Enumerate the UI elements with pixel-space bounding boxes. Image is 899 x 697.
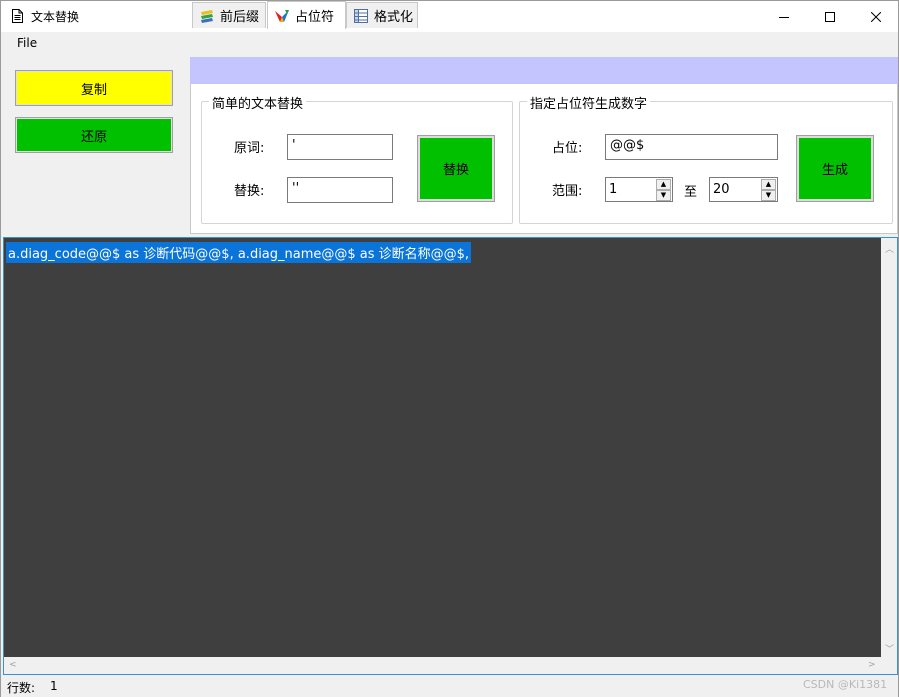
- vertical-scrollbar[interactable]: ︿ ﹀: [881, 238, 897, 657]
- replace-button[interactable]: 替换: [417, 135, 495, 202]
- group-title: 指定占位符生成数字: [527, 93, 651, 112]
- restore-button[interactable]: 还原: [15, 117, 173, 153]
- title-bar: 文本替换: [1, 1, 898, 32]
- watermark-text: CSDN @Ki1381: [803, 678, 888, 691]
- tab-placeholder[interactable]: 占位符: [267, 1, 346, 29]
- copy-button[interactable]: 复制: [15, 70, 173, 106]
- range-to-stepper[interactable]: 20 ▲ ▼: [709, 177, 778, 202]
- scroll-down-icon[interactable]: ﹀: [885, 642, 894, 655]
- group-title: 简单的文本替换: [209, 93, 307, 112]
- range-to-value: 20: [713, 182, 730, 197]
- close-button[interactable]: [853, 1, 899, 32]
- main-window: 文本替换 File 复制 还原 前后缀 占位符 格式化 简单的文本替换 原词: …: [0, 0, 899, 697]
- tab-prefix-suffix[interactable]: 前后缀: [192, 2, 266, 28]
- scroll-up-icon[interactable]: ︿: [885, 242, 894, 255]
- editor-selected-text[interactable]: a.diag_code@@$ as 诊断代码@@$, a.diag_name@@…: [6, 242, 472, 263]
- menu-file[interactable]: File: [9, 35, 45, 51]
- minimize-button[interactable]: [761, 1, 807, 32]
- minimize-icon: [779, 16, 789, 18]
- range-from-value: 1: [609, 182, 618, 197]
- text-editor[interactable]: a.diag_code@@$ as 诊断代码@@$, a.diag_name@@…: [3, 237, 898, 675]
- stack-icon: [201, 9, 213, 23]
- spin-down-button[interactable]: ▼: [761, 190, 776, 201]
- window-title: 文本替换: [31, 10, 80, 24]
- placeholder-label: 占位:: [552, 141, 583, 156]
- spin-up-button[interactable]: ▲: [656, 179, 671, 190]
- line-count-value: 1: [50, 679, 58, 693]
- colorful-v-icon: [275, 9, 289, 22]
- spin-up-button[interactable]: ▲: [761, 179, 776, 190]
- range-from-stepper[interactable]: 1 ▲ ▼: [605, 177, 673, 202]
- range-to-label: 至: [684, 185, 698, 200]
- menu-bar: File: [1, 32, 898, 56]
- scrollbar-corner: [881, 657, 897, 674]
- line-count-label: 行数:: [7, 681, 36, 695]
- original-input[interactable]: ': [287, 134, 393, 160]
- tab-label: 占位符: [295, 10, 335, 25]
- horizontal-scrollbar[interactable]: < >: [4, 657, 881, 674]
- placeholder-generate-group: 指定占位符生成数字 占位: @@$ 范围: 1 ▲ ▼ 至 20 ▲ ▼ 生成: [519, 93, 893, 224]
- spin-down-button[interactable]: ▼: [656, 190, 671, 201]
- generate-button[interactable]: 生成: [796, 135, 874, 202]
- replace-label: 替换:: [234, 184, 265, 199]
- document-icon: [12, 9, 23, 23]
- scroll-left-icon[interactable]: <: [9, 660, 17, 670]
- table-icon: [354, 8, 368, 23]
- tab-strip: [190, 57, 898, 84]
- range-label: 范围:: [552, 184, 583, 199]
- replace-input[interactable]: '': [287, 177, 393, 203]
- tab-format[interactable]: 格式化: [346, 2, 418, 28]
- maximize-button[interactable]: [807, 1, 853, 32]
- scroll-right-icon[interactable]: >: [868, 660, 876, 670]
- maximize-icon: [825, 11, 835, 22]
- simple-replace-group: 简单的文本替换 原词: ' 替换: '' 替换: [201, 93, 513, 224]
- tab-label: 格式化: [374, 10, 414, 25]
- tab-label: 前后缀: [220, 10, 260, 25]
- placeholder-input[interactable]: @@$: [605, 134, 778, 160]
- tab-panel-placeholder: 简单的文本替换 原词: ' 替换: '' 替换 指定占位符生成数字 占位: @@…: [190, 84, 898, 234]
- close-icon: [871, 11, 881, 22]
- status-bar: 行数: 1 CSDN @Ki1381: [1, 676, 898, 697]
- original-label: 原词:: [234, 141, 265, 156]
